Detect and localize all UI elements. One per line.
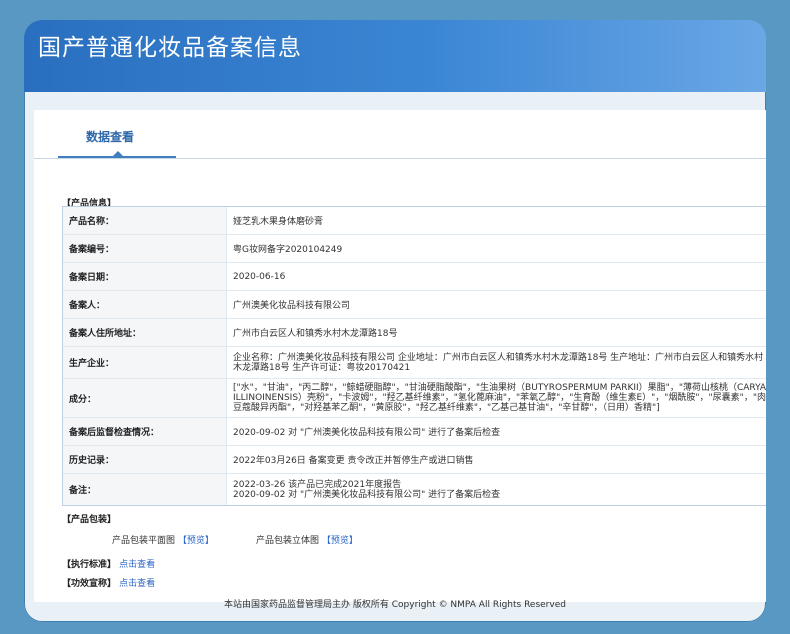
standard-label: 【执行标准】 <box>62 560 117 570</box>
tab-bar: 数据查看 <box>34 128 766 159</box>
preview-link-flat[interactable]: 预览 <box>187 536 205 546</box>
page-card: 国产普通化妆品备案信息 数据查看 【产品信息】 产品名称： 娅芝乳木果身体磨砂膏… <box>24 20 766 622</box>
tab-data-view[interactable]: 数据查看 <box>86 128 134 145</box>
efficacy-label: 【功效宣称】 <box>62 579 117 589</box>
preview-link-solid[interactable]: 预览 <box>331 536 349 546</box>
row-value: 粤G妆网备字2020104249 <box>233 245 343 255</box>
row-label: 备案人： <box>63 291 227 318</box>
row-value: 2020-06-16 <box>233 271 286 282</box>
row-label: 备注： <box>63 474 227 505</box>
table-row: 成分： ["水"，"甘油"，"丙二醇"，"鲸蜡硬脂醇"，"甘油硬脂酸酯"，"生油… <box>63 379 766 418</box>
table-row: 备案日期： 2020-06-16 <box>63 263 766 291</box>
table-row: 备案人： 广州澳美化妆品科技有限公司 <box>63 291 766 319</box>
row-label: 备案后监督检查情况： <box>63 418 227 445</box>
product-info-table: 产品名称： 娅芝乳木果身体磨砂膏 备案编号： 粤G妆网备字2020104249 … <box>62 206 766 506</box>
row-label: 备案人住所地址： <box>63 319 227 346</box>
row-value: 2022-03-26 该产品已完成2021年度报告 2020-09-02 对 "… <box>233 479 501 500</box>
packaging-flat-label: 产品包装平面图 <box>112 536 176 546</box>
efficacy-row: 【功效宣称】 点击查看 <box>62 576 155 589</box>
efficacy-view-link[interactable]: 点击查看 <box>119 579 155 589</box>
table-row: 历史记录： 2022年03月26日 备案变更 责令改正并暂停生产或进口销售 <box>63 446 766 474</box>
row-value: 广州澳美化妆品科技有限公司 <box>233 301 351 311</box>
standard-view-link[interactable]: 点击查看 <box>119 560 155 570</box>
row-label: 历史记录： <box>63 446 227 473</box>
main-content: 数据查看 【产品信息】 产品名称： 娅芝乳木果身体磨砂膏 备案编号： 粤G妆网备… <box>34 110 766 602</box>
row-label: 备案日期： <box>63 263 227 290</box>
row-value: 企业名称：广州澳美化妆品科技有限公司 企业地址：广州市白云区人和镇秀水村木龙潭路… <box>233 352 764 373</box>
row-value: 广州市白云区人和镇秀水村木龙潭路18号 <box>233 329 398 339</box>
row-value: 2022年03月26日 备案变更 责令改正并暂停生产或进口销售 <box>233 456 474 466</box>
packaging-solid: 产品包装立体图 【预览】 <box>256 533 358 546</box>
row-label: 成分： <box>63 379 227 417</box>
section-title-packaging: 【产品包装】 <box>62 515 117 525</box>
header-banner: 国产普通化妆品备案信息 <box>24 20 766 92</box>
footer-copyright: 本站由国家药品监督管理局主办 版权所有 Copyright © NMPA All… <box>224 600 566 610</box>
table-row: 生产企业： 企业名称：广州澳美化妆品科技有限公司 企业地址：广州市白云区人和镇秀… <box>63 347 766 379</box>
packaging-flat: 产品包装平面图 【预览】 <box>112 533 214 546</box>
bracket-close: 】 <box>348 536 358 546</box>
tab-underline <box>58 156 176 158</box>
row-value: 娅芝乳木果身体磨砂膏 <box>233 217 324 227</box>
row-label: 产品名称： <box>63 207 227 234</box>
bracket-open: 【 <box>177 536 187 546</box>
table-row: 备案人住所地址： 广州市白云区人和镇秀水村木龙潭路18号 <box>63 319 766 347</box>
page-title: 国产普通化妆品备案信息 <box>38 35 302 61</box>
row-value: 2020-09-02 对 "广州澳美化妆品科技有限公司" 进行了备案后检查 <box>233 428 501 438</box>
standard-row: 【执行标准】 点击查看 <box>62 557 155 570</box>
table-row: 备注： 2022-03-26 该产品已完成2021年度报告 2020-09-02… <box>63 474 766 505</box>
bracket-close: 】 <box>204 536 214 546</box>
table-row: 备案后监督检查情况： 2020-09-02 对 "广州澳美化妆品科技有限公司" … <box>63 418 766 446</box>
table-row: 产品名称： 娅芝乳木果身体磨砂膏 <box>63 207 766 235</box>
row-label: 生产企业： <box>63 347 227 378</box>
row-label: 备案编号： <box>63 235 227 262</box>
table-row: 备案编号： 粤G妆网备字2020104249 <box>63 235 766 263</box>
bracket-open: 【 <box>321 536 331 546</box>
packaging-solid-label: 产品包装立体图 <box>256 536 320 546</box>
row-value: ["水"，"甘油"，"丙二醇"，"鲸蜡硬脂醇"，"甘油硬脂酸酯"，"生油果树（B… <box>233 383 766 413</box>
